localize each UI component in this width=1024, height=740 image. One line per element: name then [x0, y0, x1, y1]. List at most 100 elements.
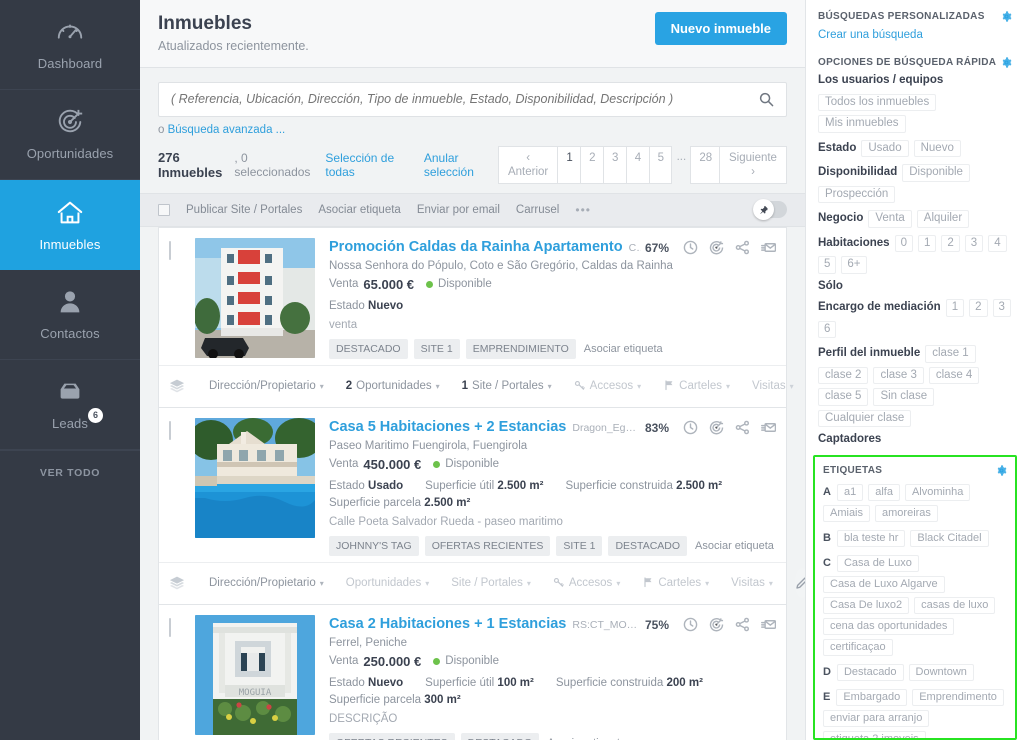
associate-tag-link[interactable]: Asociar etiqueta — [695, 540, 774, 552]
tag-option[interactable]: cena das oportunidades — [823, 617, 955, 635]
tag-option[interactable]: certificaçao — [823, 638, 893, 656]
footer-link-direcci-n-propietario[interactable]: Dirección/Propietario ▾ — [209, 380, 324, 392]
filter-option[interactable]: 3 — [992, 299, 1011, 317]
sidebar-ver-todo[interactable]: VER TODO — [0, 450, 140, 494]
gear-icon[interactable] — [996, 464, 1007, 476]
filter-option[interactable]: Disponible — [902, 164, 970, 182]
bulk-more-button[interactable]: ••• — [575, 203, 591, 217]
filter-option[interactable]: 1 — [945, 299, 965, 317]
filter-option[interactable]: 4 — [988, 234, 1007, 252]
property-tag-chip[interactable]: DESTACADO — [608, 535, 688, 556]
filter-option[interactable]: clase 2 — [818, 366, 869, 384]
tag-option[interactable]: Casa De luxo2 — [823, 596, 910, 614]
filter-option[interactable]: 2 — [969, 299, 988, 317]
pagination-prev[interactable]: ‹ Anterior — [497, 145, 559, 184]
filter-option[interactable]: Usado — [861, 139, 909, 157]
pin-toggle[interactable] — [753, 199, 787, 221]
footer-link-oportunidades[interactable]: 2 Oportunidades ▾ — [346, 380, 440, 392]
pagination-page-2[interactable]: 2 — [580, 145, 604, 184]
pagination-page-3[interactable]: 3 — [602, 145, 627, 184]
select-all-link[interactable]: Selección de todas — [325, 151, 411, 179]
filter-option[interactable]: 5 — [818, 256, 837, 274]
stack-icon[interactable] — [169, 575, 195, 591]
clock-icon[interactable] — [683, 240, 698, 255]
property-thumbnail[interactable] — [195, 417, 315, 538]
sidebar-item-dashboard[interactable]: Dashboard — [0, 0, 140, 90]
tag-option[interactable]: Destacado — [836, 663, 904, 681]
tag-option[interactable]: Alvominha — [904, 483, 971, 501]
filter-option[interactable]: clase 1 — [925, 345, 976, 363]
filter-option[interactable]: Todos los inmuebles — [818, 93, 937, 111]
advanced-search-link[interactable]: Búsqueda avanzada ... — [168, 124, 286, 136]
filter-option[interactable]: 1 — [917, 234, 937, 252]
sidebar-item-inmuebles[interactable]: Inmuebles — [0, 180, 140, 270]
property-checkbox[interactable] — [169, 420, 171, 440]
filter-option[interactable]: clase 4 — [928, 366, 980, 384]
sidebar-item-oportunidades[interactable]: Oportunidades — [0, 90, 140, 180]
filter-option[interactable]: clase 3 — [873, 366, 924, 384]
sidebar-item-leads[interactable]: Leads 6 — [0, 360, 140, 450]
target-icon[interactable] — [709, 617, 724, 632]
filter-option[interactable]: Venta — [868, 210, 912, 228]
envelope-icon[interactable] — [761, 240, 776, 255]
pagination-page-last[interactable]: 28 — [690, 145, 721, 184]
filter-option[interactable]: 2 — [941, 234, 960, 252]
property-title[interactable]: Casa 2 Habitaciones + 1 Estancias — [329, 616, 566, 633]
filter-option[interactable]: 6 — [818, 320, 837, 338]
property-tag-chip[interactable]: DESTACADO — [460, 732, 540, 740]
bulk-action-1[interactable]: Asociar etiqueta — [318, 204, 400, 216]
tag-option[interactable]: casas de luxo — [914, 596, 996, 614]
footer-link-direcci-n-propietario[interactable]: Dirección/Propietario ▾ — [209, 577, 324, 589]
new-property-button[interactable]: Nuevo inmueble — [654, 12, 787, 45]
filter-option[interactable]: clase 5 — [818, 388, 869, 406]
tag-option[interactable]: Embargado — [836, 688, 908, 706]
bulk-action-2[interactable]: Enviar por email — [417, 204, 500, 216]
tag-option[interactable]: Black Citadel — [910, 529, 989, 547]
sidebar-item-contactos[interactable]: Contactos — [0, 270, 140, 360]
search-icon[interactable] — [759, 92, 774, 107]
pagination-page-5[interactable]: 5 — [648, 145, 673, 184]
property-tag-chip[interactable]: JOHNNY'S TAG — [329, 535, 419, 556]
pagination-page-1[interactable]: 1 — [557, 145, 582, 184]
filter-option[interactable]: Nuevo — [913, 139, 961, 157]
filter-option[interactable]: 6+ — [841, 256, 867, 274]
share-icon[interactable] — [735, 420, 750, 435]
target-icon[interactable] — [709, 240, 724, 255]
property-tag-chip[interactable]: OFERTAS RECIENTES — [329, 732, 455, 740]
tag-option[interactable]: amoreiras — [875, 504, 938, 522]
property-tag-chip[interactable]: SITE 1 — [413, 338, 460, 359]
bulk-action-3[interactable]: Carrusel — [516, 204, 559, 216]
property-thumbnail[interactable]: MOGUIA — [195, 614, 315, 735]
property-title[interactable]: Casa 5 Habitaciones + 2 Estancias — [329, 419, 566, 436]
filter-option[interactable]: Mis inmuebles — [818, 115, 906, 133]
create-search-link[interactable]: Crear una búsqueda — [818, 29, 923, 41]
search-box[interactable] — [158, 81, 787, 117]
share-icon[interactable] — [735, 617, 750, 632]
pagination-next[interactable]: Siguiente › — [719, 145, 787, 184]
property-title[interactable]: Promoción Caldas da Rainha Apartamento — [329, 239, 623, 256]
tag-option[interactable]: Amiais — [823, 504, 871, 522]
tag-option[interactable]: Downtown — [908, 663, 974, 681]
clock-icon[interactable] — [683, 420, 698, 435]
tag-option[interactable]: bla teste hr — [836, 529, 906, 547]
gear-icon[interactable] — [1001, 57, 1012, 68]
property-checkbox[interactable] — [169, 617, 171, 637]
filter-option[interactable]: Sin clase — [873, 388, 935, 406]
tag-option[interactable]: Casa de Luxo Algarve — [823, 575, 945, 593]
property-tag-chip[interactable]: SITE 1 — [556, 535, 603, 556]
clear-selection-link[interactable]: Anular selección — [424, 151, 499, 179]
share-icon[interactable] — [735, 240, 750, 255]
envelope-icon[interactable] — [761, 617, 776, 632]
tag-option[interactable]: alfa — [868, 483, 900, 501]
filter-option[interactable]: Cualquier clase — [818, 409, 912, 427]
clock-icon[interactable] — [683, 617, 698, 632]
filter-option[interactable]: 3 — [964, 234, 984, 252]
search-input[interactable] — [171, 92, 759, 107]
stack-icon[interactable] — [169, 378, 195, 394]
footer-link-site-portales[interactable]: 1 Site / Portales ▾ — [462, 380, 552, 392]
tag-option[interactable]: etiqueta 2 imoveis — [823, 730, 926, 739]
target-icon[interactable] — [709, 420, 724, 435]
pagination-page-4[interactable]: 4 — [625, 145, 650, 184]
associate-tag-link[interactable]: Asociar etiqueta — [584, 343, 663, 355]
tag-option[interactable]: a1 — [836, 483, 864, 501]
